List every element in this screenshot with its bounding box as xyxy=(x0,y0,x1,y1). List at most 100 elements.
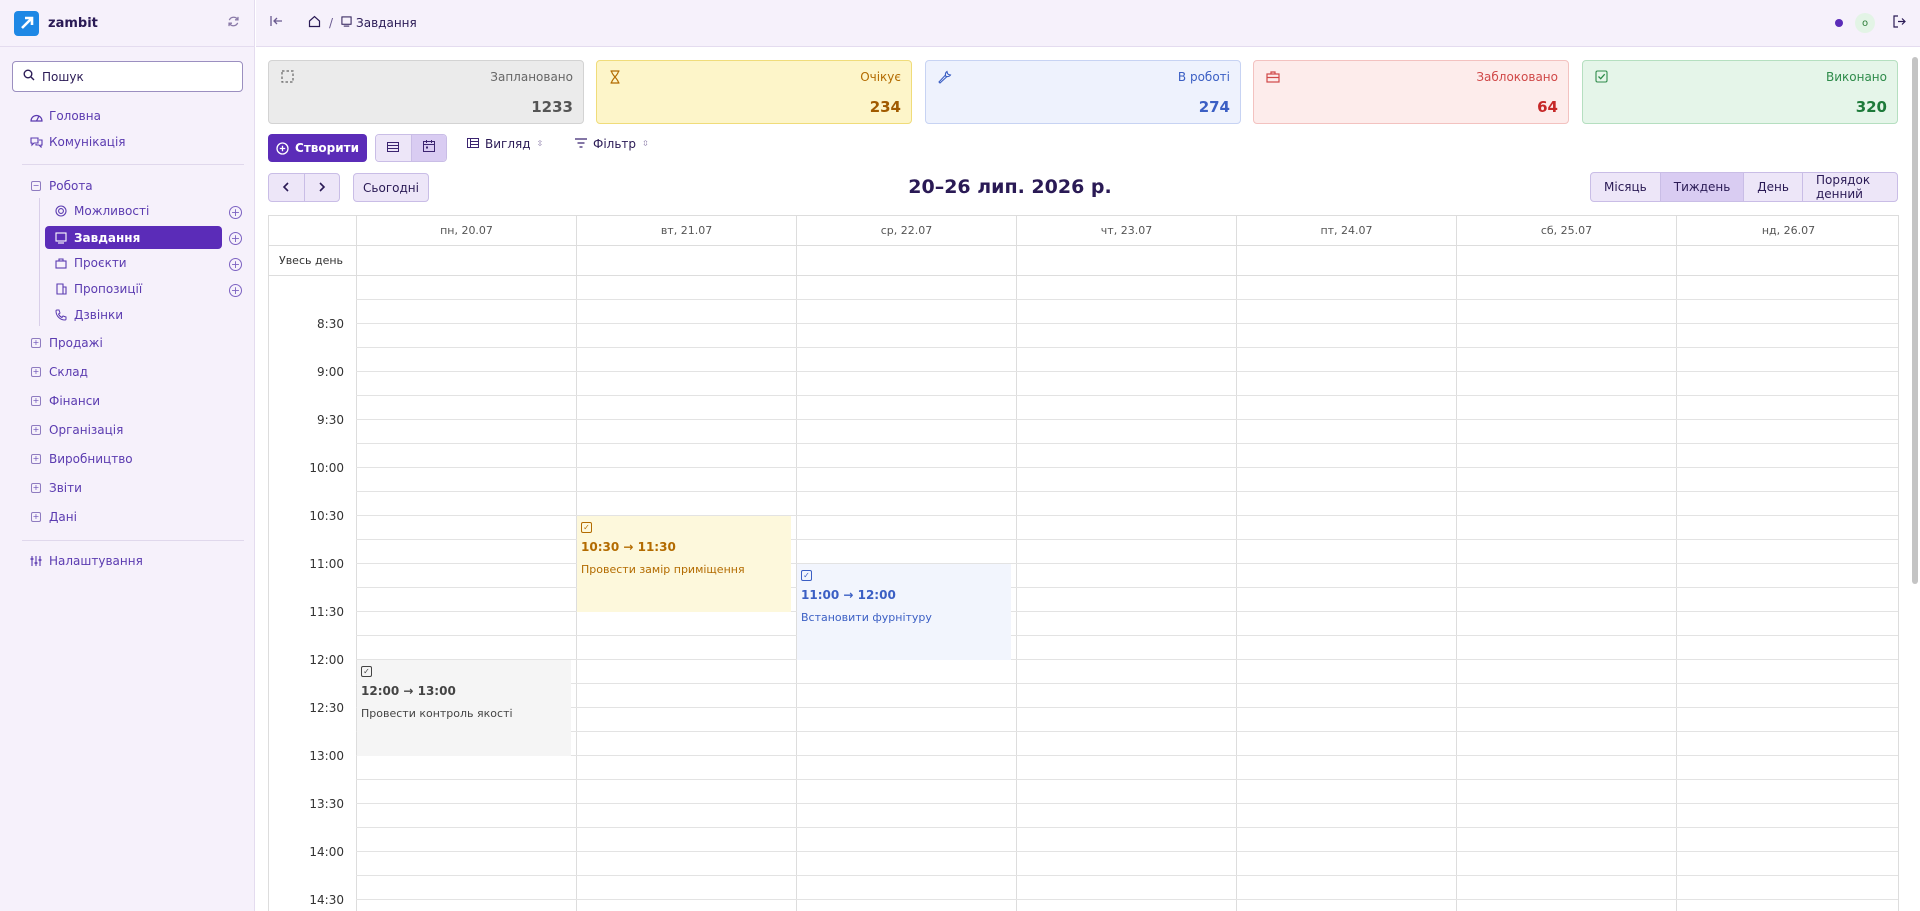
check-square-icon xyxy=(1595,70,1608,87)
expand-icon: + xyxy=(31,338,41,348)
sidebar-item-tasks[interactable]: Завдання xyxy=(45,226,222,249)
task-check-icon[interactable]: ✓ xyxy=(581,522,592,533)
sidebar-item-label: Налаштування xyxy=(49,554,143,568)
chevron-right-icon xyxy=(318,180,326,196)
calendar-icon xyxy=(422,140,435,156)
sidebar-item-opportunities[interactable]: Можливості xyxy=(54,200,149,222)
sidebar-item-label: Можливості xyxy=(74,204,150,218)
calendar-event[interactable]: ✓ 11:00 → 12:00 Встановити фурнітуру xyxy=(797,564,1011,660)
sidebar-header: zambit xyxy=(0,0,254,47)
avatar[interactable]: o xyxy=(1855,13,1875,33)
sidebar-item-work[interactable]: − Робота xyxy=(29,175,93,197)
search-input[interactable]: Пошук xyxy=(12,61,243,92)
task-check-icon[interactable]: ✓ xyxy=(801,570,812,581)
add-proposal-icon[interactable]: + xyxy=(229,284,242,297)
expand-icon: + xyxy=(31,396,41,406)
sidebar-item-label: Завдання xyxy=(74,230,141,245)
time-label: 9:00 xyxy=(317,365,344,379)
next-week-button[interactable] xyxy=(303,174,340,201)
proposal-icon xyxy=(54,282,68,296)
time-label: 10:30 xyxy=(309,509,344,523)
view-week-button[interactable]: Тиждень xyxy=(1659,173,1744,201)
layout-toggle xyxy=(375,134,447,162)
breadcrumb-separator: / xyxy=(329,16,334,30)
add-project-icon[interactable]: + xyxy=(229,258,242,271)
stat-value: 320 xyxy=(1855,98,1887,116)
sidebar-item-proposals[interactable]: Пропозиції xyxy=(54,278,142,300)
logout-icon[interactable] xyxy=(1893,14,1906,32)
calendar-event[interactable]: ✓ 10:30 → 11:30 Провести замір приміщенн… xyxy=(577,516,791,612)
event-title: Провести замір приміщення xyxy=(581,563,745,576)
week-calendar: пн, 20.07 вт, 21.07 ср, 22.07 чт, 23.07 … xyxy=(268,215,1899,911)
filter-dropdown[interactable]: Фільтр ⇳ xyxy=(575,137,649,151)
stat-card-planned[interactable]: Заплановано 1233 xyxy=(268,60,584,124)
sidebar-item-settings[interactable]: Налаштування xyxy=(29,550,143,572)
day-header[interactable]: сб, 25.07 xyxy=(1456,216,1676,245)
phone-icon xyxy=(54,308,68,322)
table-view-toggle[interactable] xyxy=(376,135,411,161)
sidebar-item-production[interactable]: + Виробництво xyxy=(29,448,133,470)
sidebar-item-warehouse[interactable]: + Склад xyxy=(29,361,88,383)
sidebar-item-home[interactable]: Головна xyxy=(29,105,101,127)
task-icon xyxy=(54,231,68,245)
grid-line xyxy=(356,371,1898,372)
task-check-icon[interactable]: ✓ xyxy=(361,666,372,677)
view-agenda-button[interactable]: Порядок денний xyxy=(1801,173,1897,201)
grid-line xyxy=(356,899,1898,900)
breadcrumb-current[interactable]: Завдання xyxy=(356,16,417,30)
stat-card-in-progress[interactable]: В роботі 274 xyxy=(925,60,1241,124)
grid-line xyxy=(356,707,1898,708)
chat-icon xyxy=(29,135,43,149)
day-header[interactable]: пт, 24.07 xyxy=(1236,216,1456,245)
time-label: 13:30 xyxy=(309,797,344,811)
sidebar: zambit Пошук Головна Комунікація − Робот… xyxy=(0,0,255,911)
grid-line xyxy=(356,731,1898,732)
calendar-view-toggle[interactable] xyxy=(410,135,446,161)
view-switcher: Місяць Тиждень День Порядок денний xyxy=(1590,172,1898,202)
collapse-sidebar-icon[interactable] xyxy=(270,15,284,31)
grid-line xyxy=(356,827,1898,828)
day-header[interactable]: нд, 26.07 xyxy=(1676,216,1898,245)
view-month-button[interactable]: Місяць xyxy=(1591,173,1660,201)
sidebar-item-projects[interactable]: Проєкти xyxy=(54,252,127,274)
page-scrollbar[interactable] xyxy=(1912,57,1918,584)
brand-name: zambit xyxy=(48,15,98,31)
sidebar-item-sales[interactable]: + Продажі xyxy=(29,332,103,354)
sidebar-item-label: Звіти xyxy=(49,481,82,495)
stat-card-blocked[interactable]: Заблоковано 64 xyxy=(1253,60,1569,124)
stat-card-pending[interactable]: Очікує 234 xyxy=(596,60,912,124)
event-title: Встановити фурнітуру xyxy=(801,611,932,624)
expand-icon: + xyxy=(31,512,41,522)
today-button[interactable]: Сьогодні xyxy=(353,173,429,202)
grid-line xyxy=(356,683,1898,684)
sidebar-item-organization[interactable]: + Організація xyxy=(29,419,123,441)
home-icon[interactable] xyxy=(308,15,321,31)
day-header[interactable]: чт, 23.07 xyxy=(1016,216,1236,245)
grid-line xyxy=(356,851,1898,852)
sidebar-item-data[interactable]: + Дані xyxy=(29,506,77,528)
view-dropdown[interactable]: Вигляд ⇳ xyxy=(467,137,543,151)
sync-icon[interactable] xyxy=(227,15,240,32)
stat-card-done[interactable]: Виконано 320 xyxy=(1582,60,1898,124)
sidebar-item-calls[interactable]: Дзвінки xyxy=(54,304,123,326)
sidebar-item-finance[interactable]: + Фінанси xyxy=(29,390,100,412)
grid-line xyxy=(356,395,1898,396)
sidebar-item-reports[interactable]: + Звіти xyxy=(29,477,82,499)
calendar-event[interactable]: ✓ 12:00 → 13:00 Провести контроль якості xyxy=(357,660,571,756)
lock-briefcase-icon xyxy=(1266,70,1280,87)
day-header[interactable]: ср, 22.07 xyxy=(796,216,1016,245)
sidebar-item-communication[interactable]: Комунікація xyxy=(29,131,126,153)
day-header[interactable]: пн, 20.07 xyxy=(356,216,576,245)
view-day-button[interactable]: День xyxy=(1743,173,1802,201)
zambit-logo-icon[interactable] xyxy=(14,10,39,36)
create-button[interactable]: Створити xyxy=(268,134,367,162)
prev-week-button[interactable] xyxy=(269,174,304,201)
add-opportunity-icon[interactable]: + xyxy=(229,206,242,219)
date-nav xyxy=(268,173,340,202)
status-dot xyxy=(1835,19,1843,27)
day-header[interactable]: вт, 21.07 xyxy=(576,216,796,245)
add-task-icon[interactable]: + xyxy=(229,232,242,245)
event-title: Провести контроль якості xyxy=(361,707,513,720)
create-label: Створити xyxy=(295,141,359,155)
sidebar-item-label: Комунікація xyxy=(49,135,126,149)
